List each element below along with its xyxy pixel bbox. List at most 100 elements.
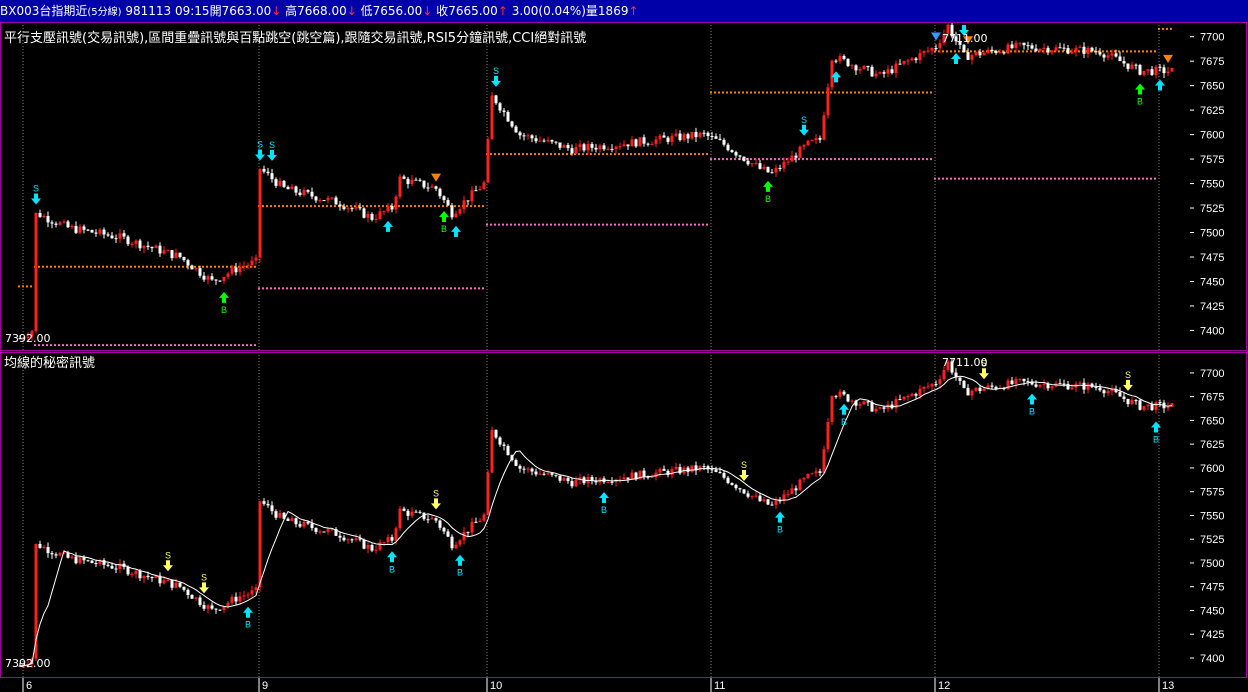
upper-candle-body [162,250,166,254]
upper-candle-body [506,111,510,122]
lower-sell-label: S [1125,370,1131,380]
upper-candle-body [574,147,578,154]
upper-y-tick-label: 7475 [1200,252,1224,264]
x-day-label: 11 [714,680,725,692]
upper-candle-body [66,221,70,228]
close-arrow-icon: ↑ [497,4,508,18]
upper-candle-body [670,135,674,142]
upper-candle-body [986,49,990,53]
upper-buy-arrow-icon [951,52,961,64]
upper-candle-body [766,166,770,173]
lower-candle-body [198,597,202,605]
upper-candle-body [470,190,474,202]
upper-candle-body [890,69,894,74]
upper-candle-body [230,267,234,274]
upper-candle-body [190,265,194,270]
lower-buy-label: B [841,417,847,427]
upper-candle-body [998,52,1002,54]
upper-candle-body [1042,47,1046,50]
upper-candle-body [562,145,566,148]
upper-sell-label: S [257,139,263,149]
lower-candle-body [438,520,442,528]
lower-candle-body [550,473,554,475]
lower-candle-body [1134,400,1138,402]
lower-candle-body [814,471,818,474]
lower-candle-body [410,511,414,516]
upper-candle-body [242,265,246,267]
open-label: 開 [209,4,222,18]
upper-candle-body [974,51,978,56]
upper-candle-body [246,265,250,267]
lower-candle-body [58,553,62,556]
upper-buy-arrow-icon [219,291,229,303]
lower-candle-body [126,566,130,575]
high-value: 7668.00 [297,4,347,18]
lower-candle-body [534,471,538,475]
upper-candle-body [62,221,66,223]
lower-candle-body [838,391,842,397]
upper-candle-body [1114,53,1118,57]
upper-candle-body [638,137,642,147]
upper-candle-body [1002,52,1006,54]
upper-candle-body [1066,48,1070,54]
upper-candle-body [218,280,222,282]
upper-candle-body [634,139,638,147]
upper-candle-body [554,141,558,143]
upper-candle-body [842,55,846,59]
lower-candle-body [546,473,550,475]
lower-candle-body [386,537,390,543]
upper-buy-label: B [221,305,227,315]
lower-candle-body [878,407,882,409]
lower-candle-body [50,553,54,555]
lower-candle-body [978,387,982,391]
upper-candle-body [438,188,442,197]
upper-candle-body [38,212,42,218]
upper-candle-body [54,223,58,225]
upper-candle-body [1102,54,1106,58]
upper-sell-arrow-icon [255,149,265,161]
upper-candle-body [1130,64,1134,69]
upper-candle-body [542,140,546,142]
upper-candle-body [178,252,182,258]
upper-candle-body [134,240,138,244]
upper-candle-body [838,55,842,62]
upper-sell-label: S [801,115,807,125]
lower-candle-body [822,449,826,473]
upper-candle-body [774,167,778,173]
upper-candle-body [166,250,170,252]
upper-candle-body [254,257,258,261]
lower-candle-body [194,597,198,599]
upper-candle-body [474,190,478,192]
lower-buy-label: B [1029,406,1035,416]
upper-buy-arrow-icon [763,180,773,192]
lower-candle-body [1066,383,1070,390]
upper-candle-body [494,95,498,104]
lower-sell-arrow-icon [1123,379,1133,391]
upper-candle-body [770,172,774,174]
upper-candle-body [814,138,818,141]
upper-candle-body [922,51,926,54]
upper-candle-body [102,229,106,235]
upper-candle-body [590,143,594,148]
lower-candle-body [730,483,734,485]
support-resistance-layer [18,27,1172,347]
lower-candle-body [774,500,778,505]
lower-sell-label: S [201,572,207,582]
upper-y-tick-label: 7650 [1200,81,1224,93]
upper-candle-body [366,214,370,218]
upper-candle-body [346,208,350,210]
upper-sell-label: S [493,66,499,76]
lower-candle-body [662,468,666,471]
lower-candle-body [1154,402,1158,411]
low-arrow-icon: ↓ [422,4,433,18]
lower-y-tick-label: 7550 [1200,510,1224,522]
lower-candle-body [354,538,358,540]
lower-candle-body [542,473,546,475]
lower-candle-body [790,488,794,495]
upper-candle-body [754,163,758,165]
upper-candle-body [570,148,574,154]
upper-candle-body [142,245,146,249]
upper-candle-body [526,135,530,137]
lower-y-tick-label: 7475 [1200,582,1224,594]
upper-candle-body [194,268,198,270]
